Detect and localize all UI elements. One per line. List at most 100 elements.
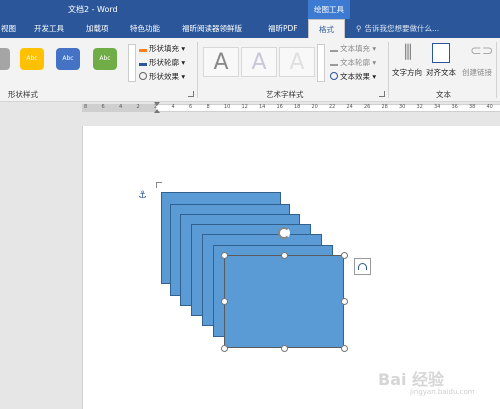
ruler-number: 28 xyxy=(381,104,388,110)
ruler-number: 8 xyxy=(84,104,88,110)
ruler-number: 10 xyxy=(224,104,231,110)
shape-rectangle-selected[interactable] xyxy=(224,255,344,348)
ruler-number: 18 xyxy=(294,104,301,110)
tell-me-text: 告诉我您想要做什么... xyxy=(364,24,440,33)
ruler-number: 22 xyxy=(329,104,336,110)
ruler-number: 38 xyxy=(469,104,476,110)
resize-handle-bottom-left[interactable] xyxy=(221,345,228,352)
shape-outline-button[interactable]: 形状轮廓 ▾ xyxy=(139,57,185,68)
tab-format[interactable]: 格式 xyxy=(308,19,345,38)
ruler-number: 14 xyxy=(259,104,266,110)
tab-foxit-pdf[interactable]: 福昕PDF xyxy=(268,19,298,38)
shape-styles-group-label: 形状样式 xyxy=(8,90,38,99)
group-divider xyxy=(388,42,389,98)
text-outline-label: 文本轮廓 xyxy=(340,58,370,67)
text-fill-button[interactable]: 文本填充 ▾ xyxy=(330,43,376,54)
link-icon: ⊂⊃ xyxy=(470,43,494,59)
layout-options-button[interactable] xyxy=(354,258,371,275)
resize-handle-top-left[interactable] xyxy=(221,252,228,259)
shape-style-gray[interactable] xyxy=(0,48,10,70)
text-direction-icon[interactable]: ⫼ xyxy=(392,40,424,66)
ruler-number: 4 xyxy=(171,104,175,110)
page-margin-marker xyxy=(156,182,162,188)
shape-fill-button[interactable]: 形状填充 ▾ xyxy=(139,43,185,54)
tab-view[interactable]: 视图 xyxy=(1,19,16,38)
resize-handle-bottom[interactable] xyxy=(281,345,288,352)
chevron-down-icon: ▾ xyxy=(179,44,186,53)
resize-handle-right[interactable] xyxy=(341,298,348,305)
watermark-url: jingyan.baidu.com xyxy=(410,388,475,396)
text-direction-button[interactable]: 文字方向 xyxy=(392,67,422,78)
wordart-style-2[interactable]: A xyxy=(241,47,277,77)
tab-special-features[interactable]: 特色功能 xyxy=(130,19,160,38)
create-link-button[interactable]: 创建链接 xyxy=(462,67,492,78)
ruler-number: 30 xyxy=(399,104,406,110)
wordart-style-3[interactable]: A xyxy=(279,47,315,77)
chevron-down-icon: ▾ xyxy=(370,44,377,53)
text-outline-icon xyxy=(330,58,338,66)
title-bar: 文档2 - Word 绘图工具 xyxy=(0,0,500,19)
first-line-indent-marker[interactable] xyxy=(154,102,160,106)
ruler-number: 2 xyxy=(136,104,140,110)
wordart-styles-group-label: 艺术字样式 xyxy=(266,90,304,99)
dialog-launcher-icon[interactable] xyxy=(379,91,385,97)
shape-effects-label: 形状效果 xyxy=(149,72,179,81)
align-text-icon[interactable] xyxy=(432,43,450,63)
group-divider xyxy=(197,42,198,98)
ruler-number: 34 xyxy=(434,104,441,110)
anchor-icon[interactable]: ⚓ xyxy=(138,190,147,201)
text-effects-icon xyxy=(330,72,338,80)
dialog-launcher-icon[interactable] xyxy=(188,91,194,97)
drawing-tools-context-label: 绘图工具 xyxy=(308,0,350,19)
shape-fill-label: 形状填充 xyxy=(149,44,179,53)
wordart-gallery-scroll[interactable] xyxy=(317,44,325,82)
lightbulb-icon: ⚲ xyxy=(356,24,362,33)
resize-handle-left[interactable] xyxy=(221,298,228,305)
text-outline-button[interactable]: 文本轮廓 ▾ xyxy=(330,57,376,68)
text-fill-icon xyxy=(330,44,338,52)
tab-developer[interactable]: 开发工具 xyxy=(34,19,64,38)
ribbon-panel: Abc Abc Abc 形状填充 ▾ 形状轮廓 ▾ 形状效果 ▾ 形状样式 A … xyxy=(0,38,500,102)
ruler-number: 26 xyxy=(364,104,371,110)
chevron-down-icon: ▾ xyxy=(370,72,377,81)
chevron-down-icon: ▾ xyxy=(179,72,186,81)
horizontal-ruler[interactable]: 8 6 4 2 2 4 6 8 10 12 14 16 18 20 22 24 26 28 30 32 34 36 38 40 xyxy=(0,102,500,114)
ruler-number: 6 xyxy=(101,104,105,110)
chevron-down-icon: ▾ xyxy=(370,58,377,67)
group-divider xyxy=(496,42,497,98)
shape-style-green[interactable]: Abc xyxy=(93,48,117,70)
rotate-handle-icon[interactable] xyxy=(278,227,290,239)
window-title: 文档2 - Word xyxy=(68,5,118,14)
shape-effects-button[interactable]: 形状效果 ▾ xyxy=(139,71,185,82)
text-effects-button[interactable]: 文本效果 ▾ xyxy=(330,71,376,82)
watermark-logo: Bai 经验 xyxy=(378,370,445,389)
effects-icon xyxy=(139,72,147,80)
ribbon-tab-bar: 视图 开发工具 加载项 特色功能 福昕阅读器领鲜版 福昕PDF 格式 ⚲ 告诉我您… xyxy=(0,19,500,38)
chevron-down-icon: ▾ xyxy=(179,58,186,67)
shape-style-blue[interactable]: Abc xyxy=(56,48,80,70)
tab-addins[interactable]: 加载项 xyxy=(86,19,109,38)
resize-handle-bottom-right[interactable] xyxy=(341,345,348,352)
paint-bucket-icon xyxy=(139,44,147,52)
tell-me-box[interactable]: ⚲ 告诉我您想要做什么... xyxy=(356,19,442,38)
text-effects-label: 文本效果 xyxy=(340,72,370,81)
align-text-button[interactable]: 对齐文本 xyxy=(426,67,456,78)
ruler-number: 6 xyxy=(189,104,193,110)
shape-style-gallery-scroll[interactable] xyxy=(128,44,136,82)
ruler-number: 20 xyxy=(311,104,318,110)
text-group-label: 文本 xyxy=(436,90,451,99)
resize-handle-top[interactable] xyxy=(281,252,288,259)
ruler-number: 40 xyxy=(486,104,493,110)
shape-outline-label: 形状轮廓 xyxy=(149,58,179,67)
ruler-number: 32 xyxy=(416,104,423,110)
ruler-number: 24 xyxy=(346,104,353,110)
ruler-number: 4 xyxy=(119,104,123,110)
layout-options-icon xyxy=(358,263,367,270)
resize-handle-top-right[interactable] xyxy=(341,252,348,259)
ruler-number: 8 xyxy=(206,104,210,110)
tab-foxit-reader[interactable]: 福昕阅读器领鲜版 xyxy=(182,19,242,38)
shape-style-orange[interactable]: Abc xyxy=(20,48,44,70)
ruler-number: 16 xyxy=(276,104,283,110)
wordart-style-1[interactable]: A xyxy=(203,47,239,77)
hanging-indent-marker[interactable] xyxy=(154,109,160,113)
